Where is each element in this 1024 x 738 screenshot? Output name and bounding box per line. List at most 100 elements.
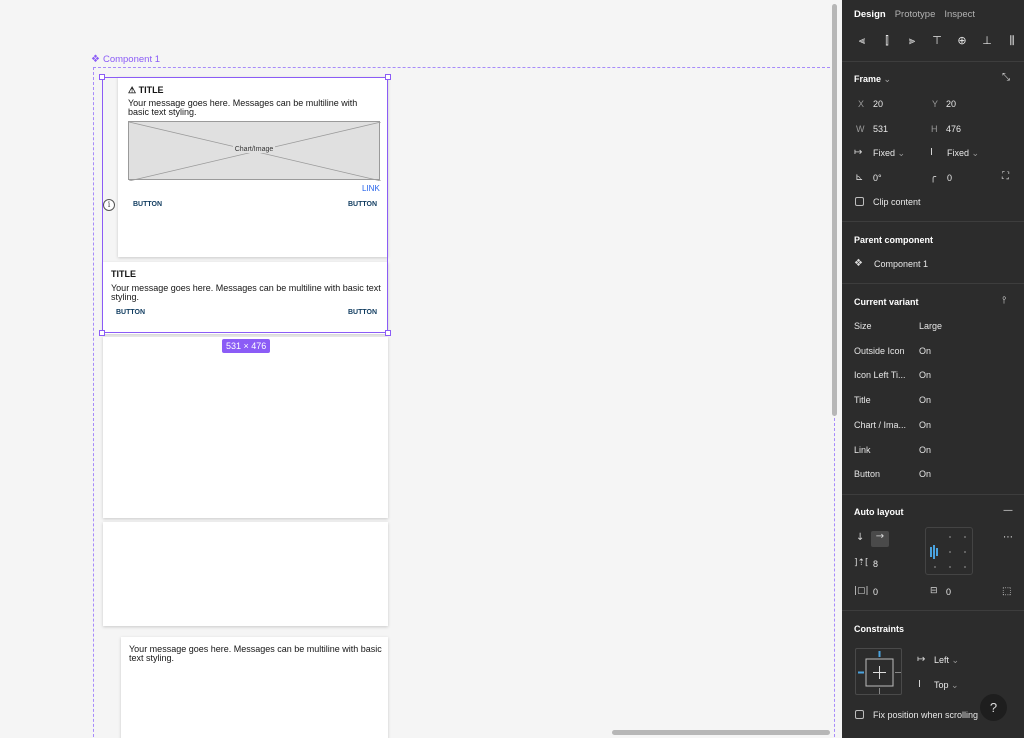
align-center-v-icon[interactable]: ⊕ bbox=[952, 34, 972, 48]
rotation-input[interactable]: 0° bbox=[873, 173, 882, 183]
resize-handle-tl[interactable] bbox=[99, 74, 105, 80]
align-right-icon[interactable]: ⫸ bbox=[902, 34, 922, 48]
horizontal-constraint-select[interactable]: Left ⌄ bbox=[934, 655, 959, 666]
variant-property-value[interactable]: On bbox=[919, 445, 931, 455]
h-label: H bbox=[931, 124, 938, 134]
alignment-dots bbox=[930, 536, 966, 568]
variant-row[interactable]: Chart / Ima... On bbox=[854, 420, 1014, 434]
vertical-resizing-select[interactable]: Fixed ⌄ bbox=[947, 148, 979, 159]
toast-card-2-message: Your message goes here. Messages can be … bbox=[111, 283, 381, 302]
properties-panel: Design Prototype Inspect ⫷ ⫿ ⫸ ⊤ ⊕ ⊥ ⫼ F… bbox=[842, 0, 1024, 738]
y-label: Y bbox=[932, 99, 939, 109]
toast-card-2-button-left[interactable]: BUTTON bbox=[116, 309, 145, 316]
align-bottom-icon[interactable]: ⊥ bbox=[977, 34, 997, 48]
variant-property-name: Outside Icon bbox=[854, 345, 905, 356]
tab-design[interactable]: Design bbox=[854, 9, 886, 20]
variant-row[interactable]: Outside Icon On bbox=[854, 346, 1014, 360]
variant-property-name: Chart / Ima... bbox=[854, 419, 907, 430]
component-label[interactable]: ❖ Component 1 bbox=[91, 54, 160, 65]
x-label: X bbox=[858, 99, 865, 109]
current-variant-title: Current variant bbox=[854, 297, 919, 307]
toast-card-1-link[interactable]: LINK bbox=[362, 184, 380, 193]
variant-property-value[interactable]: On bbox=[919, 346, 931, 356]
x-input[interactable]: 20 bbox=[873, 99, 883, 109]
vertical-padding-icon: ⊟ bbox=[930, 586, 938, 596]
variant-property-value[interactable]: On bbox=[919, 420, 931, 430]
variant-row[interactable]: Size Large bbox=[854, 321, 1014, 335]
clip-content-checkbox[interactable] bbox=[855, 197, 864, 206]
independent-corners-icon[interactable]: ⛶ bbox=[1002, 171, 1009, 182]
vertical-constraint-icon: I bbox=[918, 679, 921, 690]
corner-radius-icon: ╭ bbox=[930, 172, 937, 183]
variant-row[interactable]: Button On bbox=[854, 469, 1014, 483]
toast-card-1-button-left[interactable]: BUTTON bbox=[133, 201, 162, 208]
parent-component-title: Parent component bbox=[854, 235, 934, 245]
design-canvas[interactable]: ❖ Component 1 ⚠ TITLE Your message goes … bbox=[0, 0, 842, 738]
vertical-padding-input[interactable]: 0 bbox=[946, 587, 951, 597]
toast-card-3[interactable] bbox=[103, 337, 388, 518]
component-icon: ❖ bbox=[854, 258, 863, 269]
horizontal-padding-input[interactable]: 0 bbox=[873, 587, 878, 597]
divider bbox=[842, 494, 1024, 495]
variant-property-value[interactable]: On bbox=[919, 469, 931, 479]
remove-auto-layout-icon[interactable]: — bbox=[1003, 505, 1013, 516]
distribute-icon[interactable]: ⫼ bbox=[1002, 34, 1022, 48]
variant-settings-icon[interactable]: ⫯ bbox=[1002, 295, 1006, 306]
placeholder-label: Chart/Image bbox=[232, 146, 276, 153]
info-icon: i bbox=[103, 199, 115, 211]
w-input[interactable]: 531 bbox=[873, 124, 888, 134]
direction-horizontal-icon[interactable]: → bbox=[871, 531, 889, 547]
alignment-toolbar: ⫷ ⫿ ⫸ ⊤ ⊕ ⊥ ⫼ bbox=[852, 34, 1022, 48]
resize-handle-br[interactable] bbox=[385, 330, 391, 336]
horizontal-resizing-select[interactable]: Fixed ⌄ bbox=[873, 148, 905, 159]
variant-property-value[interactable]: Large bbox=[919, 321, 942, 331]
h-input[interactable]: 476 bbox=[946, 124, 961, 134]
y-input[interactable]: 20 bbox=[946, 99, 956, 109]
variant-property-value[interactable]: On bbox=[919, 395, 931, 405]
toast-card-1-message: Your message goes here. Messages can be … bbox=[128, 98, 358, 117]
divider bbox=[842, 610, 1024, 611]
variant-property-name: Icon Left Ti... bbox=[854, 370, 906, 381]
direction-vertical-icon[interactable]: ↓ bbox=[856, 532, 864, 543]
variant-property-name: Title bbox=[854, 395, 871, 406]
individual-padding-icon[interactable]: ⬚ bbox=[1002, 586, 1011, 597]
variant-property-name: Link bbox=[854, 444, 871, 455]
corner-radius-input[interactable]: 0 bbox=[947, 173, 952, 183]
constraint-widget[interactable] bbox=[855, 648, 902, 695]
more-options-icon[interactable]: ⋯ bbox=[1003, 532, 1013, 543]
fix-position-checkbox[interactable] bbox=[855, 710, 864, 719]
resize-handle-bl[interactable] bbox=[99, 330, 105, 336]
align-center-h-icon[interactable]: ⫿ bbox=[877, 34, 897, 48]
variant-row[interactable]: Title On bbox=[854, 395, 1014, 409]
alignment-grid[interactable] bbox=[925, 527, 973, 575]
chart-image-placeholder: Chart/Image bbox=[128, 121, 381, 181]
resize-handle-tr[interactable] bbox=[385, 74, 391, 80]
vertical-constraint-select[interactable]: Top ⌄ bbox=[934, 680, 959, 691]
help-button[interactable]: ? bbox=[980, 694, 1007, 721]
divider bbox=[842, 221, 1024, 222]
panel-tabs: Design Prototype Inspect bbox=[854, 9, 975, 20]
rotation-icon: ⊾ bbox=[855, 172, 864, 183]
chevron-down-icon: ⌄ bbox=[883, 74, 892, 84]
variant-property-value[interactable]: On bbox=[919, 370, 931, 380]
divider bbox=[842, 61, 1024, 62]
toast-card-2-button-right[interactable]: BUTTON bbox=[348, 309, 377, 316]
variant-row[interactable]: Icon Left Ti... On bbox=[854, 370, 1014, 384]
parent-component-name[interactable]: Component 1 bbox=[874, 259, 928, 269]
tab-prototype[interactable]: Prototype bbox=[895, 9, 936, 20]
vertical-resize-icon: I bbox=[930, 147, 933, 158]
resize-to-fit-icon[interactable]: ⤡ bbox=[1002, 72, 1010, 83]
w-label: W bbox=[856, 124, 865, 134]
horizontal-scrollbar[interactable] bbox=[612, 730, 830, 735]
align-top-icon[interactable]: ⊤ bbox=[927, 34, 947, 48]
toast-card-1-button-right[interactable]: BUTTON bbox=[348, 201, 377, 208]
spacing-icon: ]⇡[ bbox=[854, 558, 869, 568]
align-left-icon[interactable]: ⫷ bbox=[852, 34, 872, 48]
tab-inspect[interactable]: Inspect bbox=[944, 9, 975, 20]
frame-section-title[interactable]: Frame ⌄ bbox=[854, 74, 891, 85]
horizontal-constraint-icon: ↦ bbox=[917, 654, 926, 665]
toast-card-4[interactable] bbox=[103, 522, 388, 626]
spacing-input[interactable]: 8 bbox=[873, 559, 878, 569]
vertical-scrollbar[interactable] bbox=[832, 4, 837, 416]
variant-row[interactable]: Link On bbox=[854, 445, 1014, 459]
